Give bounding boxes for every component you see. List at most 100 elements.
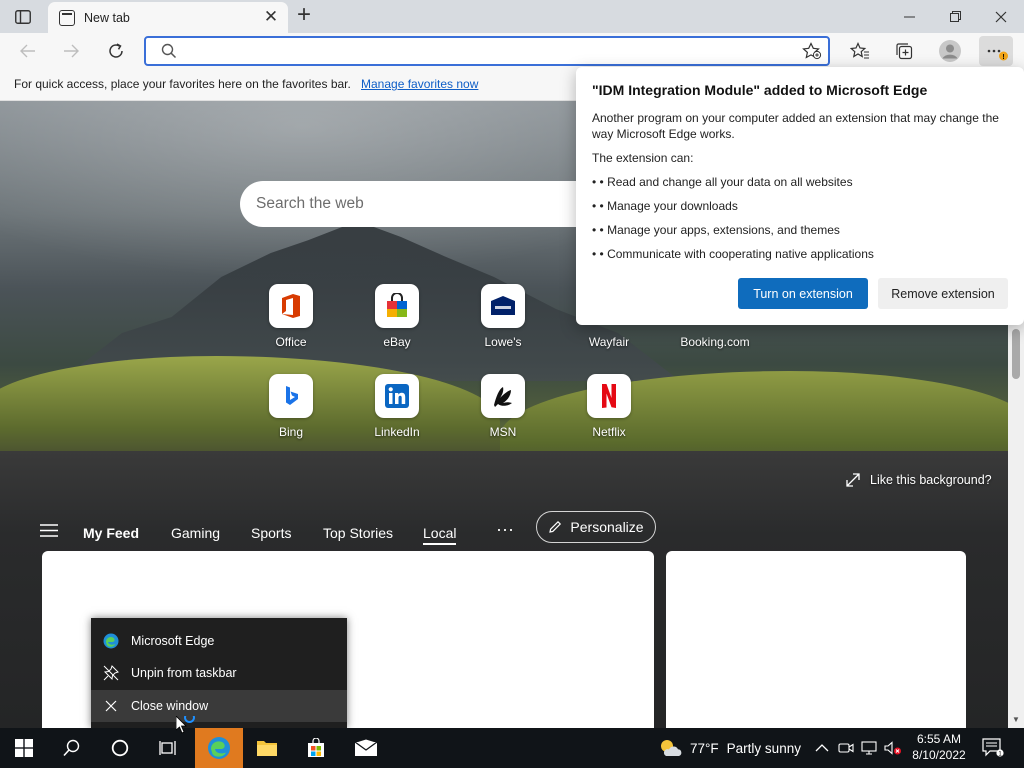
- minimize-button[interactable]: [886, 0, 932, 33]
- expand-icon: [846, 473, 860, 487]
- search-icon: [63, 739, 80, 757]
- network-icon[interactable]: [861, 728, 877, 768]
- settings-and-more-button[interactable]: !: [979, 36, 1013, 66]
- favorites-bar-message: For quick access, place your favorites h…: [14, 77, 351, 91]
- tab-new-tab[interactable]: New tab ✕: [48, 2, 288, 33]
- clock[interactable]: 6:55 AM 8/10/2022: [906, 731, 972, 763]
- collections-icon: [896, 43, 913, 60]
- feed-navigation: My Feed Gaming Sports Top Stories Local …: [0, 511, 1008, 551]
- personalize-button[interactable]: Personalize: [536, 511, 656, 543]
- quick-link-ebay[interactable]: eBay: [352, 284, 442, 349]
- feed-tab-my-feed[interactable]: My Feed: [83, 525, 139, 541]
- forward-button[interactable]: [57, 39, 85, 63]
- quick-link-msn[interactable]: MSN: [458, 374, 548, 439]
- volume-muted-icon[interactable]: [884, 728, 902, 768]
- linkedin-icon: [375, 374, 419, 418]
- navigation-toolbar: !: [0, 33, 1024, 69]
- collections-button[interactable]: [890, 39, 918, 63]
- tray-meet-now-icon[interactable]: [838, 728, 854, 768]
- quick-link-linkedin[interactable]: LinkedIn: [352, 374, 442, 439]
- feed-tab-sports[interactable]: Sports: [251, 525, 291, 541]
- taskbar-file-explorer-button[interactable]: [243, 728, 291, 768]
- back-button[interactable]: [14, 39, 42, 63]
- svg-text:!: !: [1002, 54, 1004, 61]
- msn-icon: [481, 374, 525, 418]
- mail-icon: [354, 739, 378, 756]
- close-tab-icon[interactable]: ✕: [262, 8, 280, 26]
- cortana-circle-icon: [111, 739, 129, 757]
- weather-temperature: 77°F: [690, 740, 719, 756]
- edge-icon: [91, 633, 131, 649]
- chevron-up-icon: [815, 744, 829, 752]
- partly-sunny-icon: [661, 740, 682, 756]
- forward-arrow-icon: [64, 44, 79, 58]
- search-icon: [161, 43, 177, 62]
- more-feed-tabs-icon[interactable]: ···: [496, 519, 514, 540]
- web-search-box[interactable]: Search the web: [240, 181, 585, 227]
- task-view-icon: [159, 741, 176, 755]
- address-input[interactable]: [182, 42, 782, 60]
- jumplist-label: Microsoft Edge: [131, 634, 215, 648]
- start-button[interactable]: [0, 728, 48, 768]
- feed-tab-gaming[interactable]: Gaming: [171, 525, 220, 541]
- avatar-icon: [939, 40, 961, 62]
- clock-date: 8/10/2022: [912, 748, 966, 762]
- turn-on-extension-button[interactable]: Turn on extension: [738, 278, 868, 309]
- quick-link-netflix[interactable]: Netflix: [564, 374, 654, 439]
- edge-icon: [208, 737, 230, 759]
- hamburger-menu-icon[interactable]: [40, 524, 58, 540]
- quick-link-bing[interactable]: Bing: [246, 374, 336, 439]
- close-icon: [995, 11, 1007, 22]
- feed-tab-local[interactable]: Local: [423, 525, 457, 545]
- scroll-down-arrow-icon[interactable]: ▼: [1012, 715, 1020, 724]
- new-tab-page-icon: [59, 9, 75, 26]
- close-icon: [91, 700, 131, 712]
- like-background-button[interactable]: Like this background?: [846, 473, 992, 487]
- quick-link-label: Bing: [278, 425, 304, 439]
- tab-title: New tab: [84, 10, 130, 25]
- feed-tab-top-stories[interactable]: Top Stories: [323, 525, 393, 541]
- show-hidden-icons-button[interactable]: [815, 728, 829, 768]
- taskbar-search-button[interactable]: [48, 728, 96, 768]
- dialog-title: "IDM Integration Module" added to Micros…: [592, 82, 928, 98]
- quick-link-label: eBay: [383, 335, 411, 349]
- taskbar-mail-button[interactable]: [342, 728, 390, 768]
- profile-button[interactable]: [936, 39, 964, 63]
- personalize-label: Personalize: [570, 519, 644, 535]
- like-background-label: Like this background?: [870, 473, 992, 487]
- restore-button[interactable]: [932, 0, 978, 33]
- quick-link-label: Booking.com: [680, 335, 750, 349]
- add-favorite-star-icon[interactable]: [802, 42, 822, 63]
- netflix-icon: [587, 374, 631, 418]
- weather-widget[interactable]: 77°F Partly sunny: [658, 728, 801, 768]
- new-tab-button[interactable]: +: [292, 3, 316, 28]
- tab-actions-icon: [15, 10, 31, 24]
- manage-favorites-link[interactable]: Manage favorites now: [361, 77, 478, 91]
- quick-link-label: MSN: [489, 425, 517, 439]
- mouse-pointer-busy-icon: [175, 712, 200, 739]
- scrollbar-thumb[interactable]: [1012, 329, 1020, 379]
- taskbar-edge-button[interactable]: [195, 728, 243, 768]
- quick-link-label: Office: [275, 335, 307, 349]
- quick-link-lowes[interactable]: Lowe's: [458, 284, 548, 349]
- bing-icon: [269, 374, 313, 418]
- cortana-button[interactable]: [96, 728, 144, 768]
- permissions-heading: The extension can:: [592, 151, 694, 165]
- jumplist-label: Close window: [131, 699, 209, 713]
- notification-center-button[interactable]: 1: [982, 728, 1004, 768]
- permission-item: • • Manage your downloads: [592, 199, 738, 213]
- tab-actions-menu-button[interactable]: [12, 7, 34, 27]
- address-bar[interactable]: [144, 36, 830, 66]
- feed-card-side[interactable]: [666, 551, 966, 728]
- weather-description: Partly sunny: [726, 740, 801, 756]
- pencil-icon: [549, 520, 562, 533]
- jumplist-item-unpin[interactable]: Unpin from taskbar: [91, 657, 347, 689]
- close-window-button[interactable]: [978, 0, 1024, 33]
- taskbar-store-button[interactable]: [292, 728, 340, 768]
- quick-link-office[interactable]: Office: [246, 284, 336, 349]
- jumplist-item-microsoft-edge[interactable]: Microsoft Edge: [91, 625, 347, 657]
- refresh-button[interactable]: [102, 39, 130, 63]
- remove-extension-button[interactable]: Remove extension: [878, 278, 1008, 309]
- jumplist-item-close-window[interactable]: Close window: [91, 690, 347, 722]
- favorites-button[interactable]: [846, 39, 874, 63]
